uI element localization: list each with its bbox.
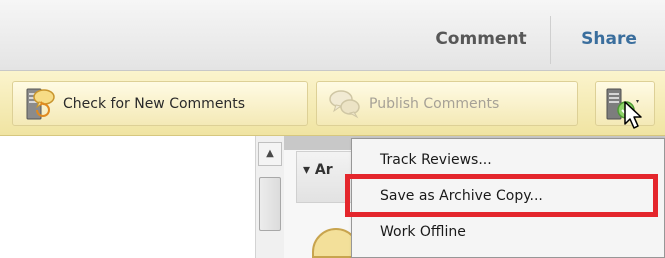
scrollbar-thumb[interactable] bbox=[259, 177, 281, 231]
menu-item-track-reviews[interactable]: Track Reviews... bbox=[380, 145, 492, 175]
panel-header-label: ▾ Ar bbox=[303, 162, 333, 178]
check-new-comments-button[interactable]: Check for New Comments bbox=[12, 81, 308, 126]
comment-tab[interactable]: Comment bbox=[417, 0, 545, 70]
scroll-up-arrow-icon[interactable]: ▲ bbox=[258, 142, 282, 166]
server-comment-icon bbox=[26, 88, 55, 119]
check-new-comments-label: Check for New Comments bbox=[63, 95, 246, 112]
top-bar: Comment Share bbox=[0, 0, 665, 71]
mouse-pointer-icon bbox=[624, 101, 642, 129]
comments-toolbar: Check for New Comments Publish Comments bbox=[0, 71, 665, 136]
publish-comments-label: Publish Comments bbox=[369, 95, 500, 112]
highlight-box bbox=[345, 174, 658, 217]
left-panel bbox=[0, 136, 256, 258]
publish-comments-button[interactable]: Publish Comments bbox=[316, 81, 578, 126]
share-tab[interactable]: Share bbox=[553, 0, 665, 70]
comments-icon bbox=[329, 89, 360, 118]
nav-separator bbox=[550, 16, 551, 64]
menu-item-work-offline[interactable]: Work Offline bbox=[380, 217, 466, 247]
